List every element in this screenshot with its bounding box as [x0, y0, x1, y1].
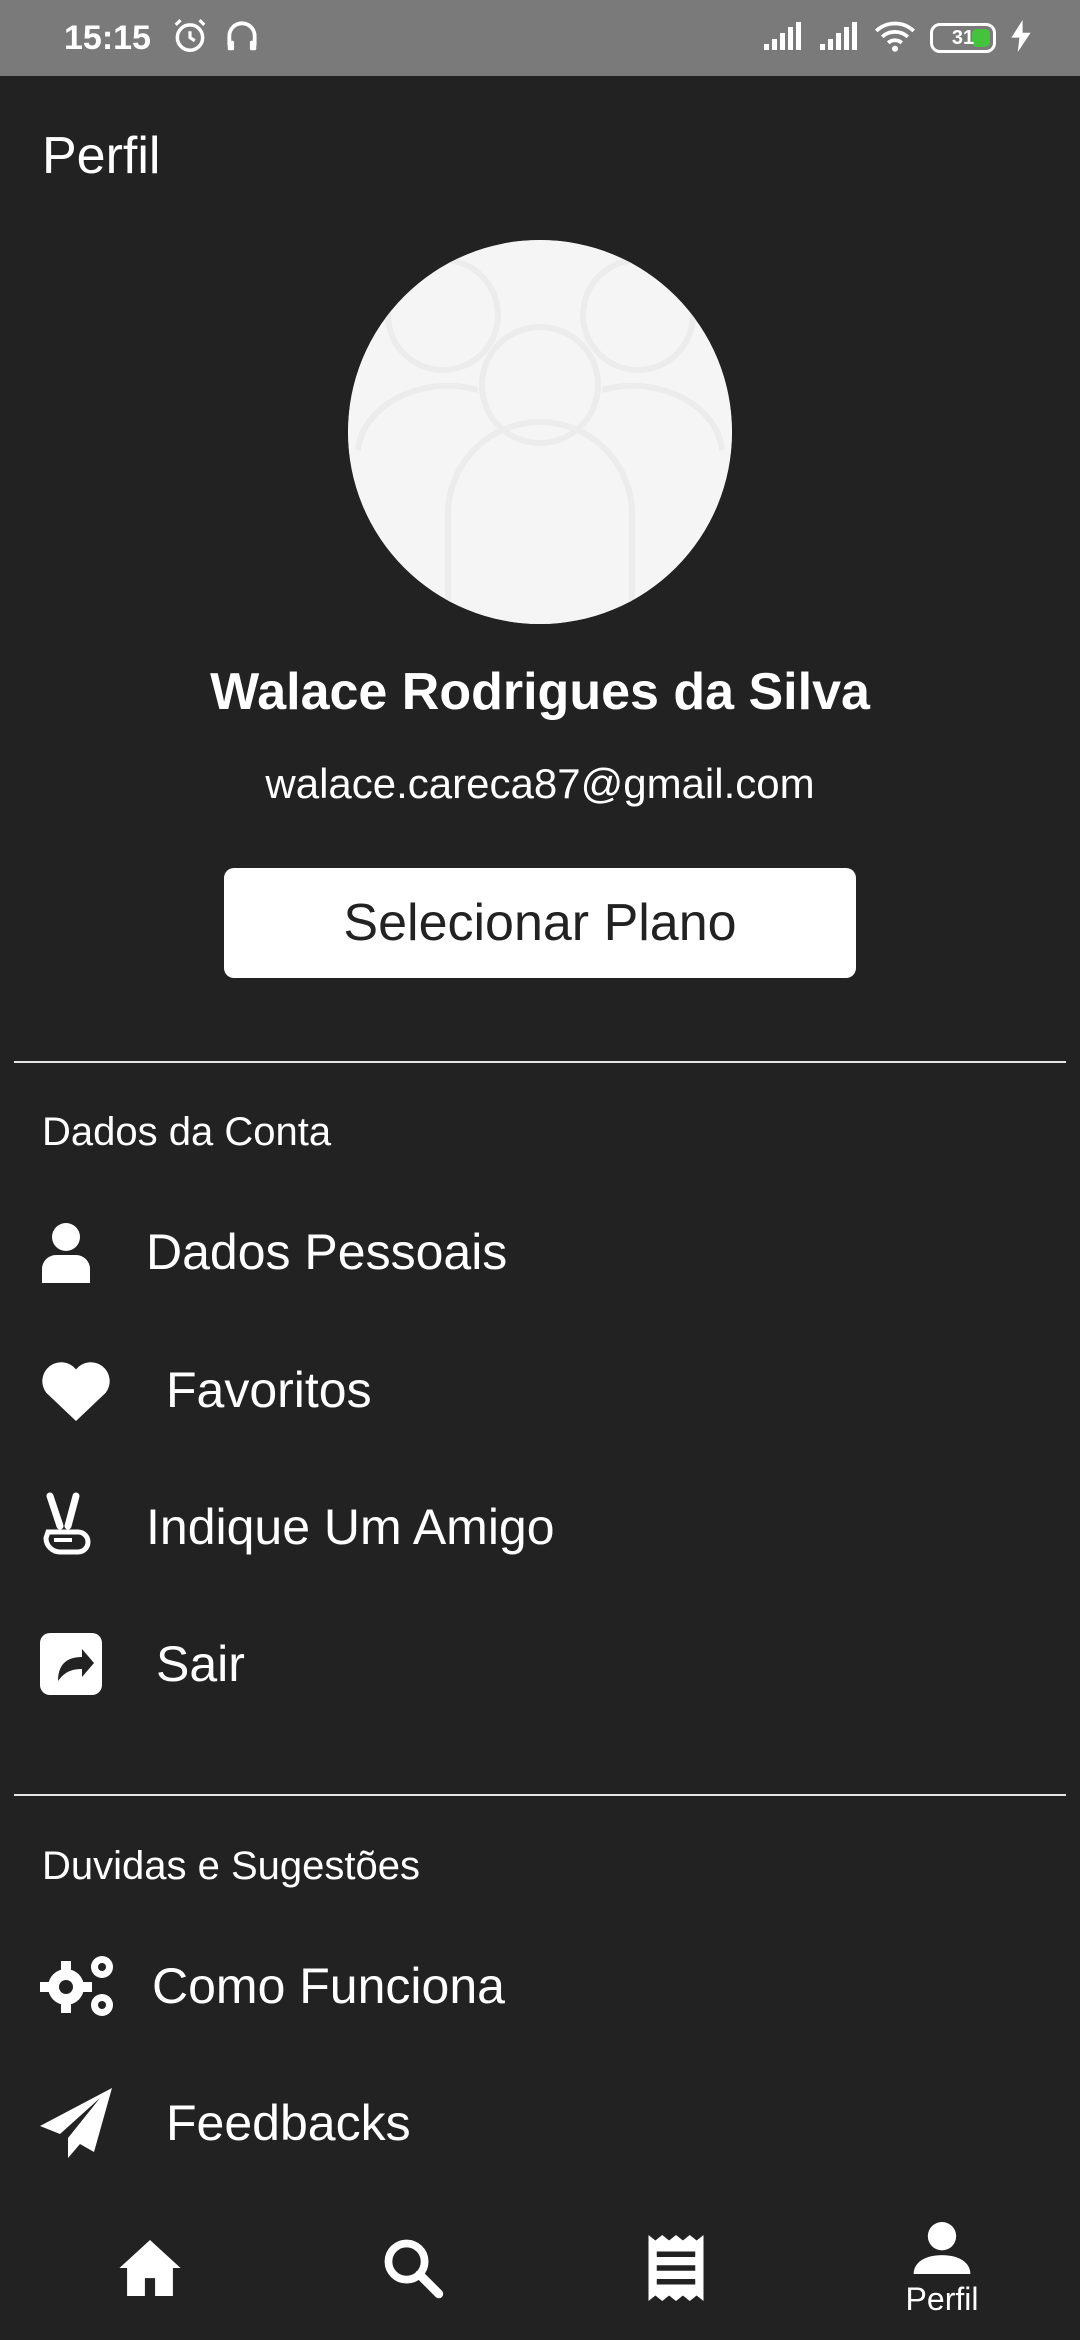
nav-home[interactable] — [80, 2200, 220, 2340]
section-heading-account: Dados da Conta — [42, 1110, 332, 1154]
user-name: Walace Rodrigues da Silva — [210, 663, 870, 721]
menu-item-favorites[interactable]: Favoritos — [40, 1340, 1040, 1440]
signal-icon — [818, 20, 860, 57]
peace-hand-icon — [40, 1492, 120, 1562]
select-plan-button[interactable]: Selecionar Plano — [224, 868, 856, 978]
home-icon — [119, 2239, 181, 2301]
user-icon — [40, 1217, 120, 1287]
receipt-icon — [647, 2234, 705, 2306]
menu-item-label: Sair — [156, 1636, 245, 1692]
nav-profile-label: Perfil — [905, 2281, 979, 2317]
avatar-placeholder-icon — [348, 240, 732, 624]
status-time: 15:15 — [64, 18, 151, 57]
bottom-navigation: Perfil — [0, 2200, 1080, 2340]
search-icon — [382, 2237, 444, 2304]
section-heading-help: Duvidas e Sugestões — [42, 1844, 421, 1888]
menu-item-label: Dados Pessoais — [146, 1224, 508, 1280]
menu-item-label: Indique Um Amigo — [146, 1499, 555, 1555]
menu-item-how-it-works[interactable]: Como Funciona — [40, 1936, 1040, 2036]
menu-item-feedbacks[interactable]: Feedbacks — [40, 2073, 1040, 2173]
battery-level: 31 — [951, 26, 975, 49]
paper-plane-icon — [40, 2088, 120, 2158]
gears-icon — [40, 1951, 120, 2021]
wifi-icon — [874, 19, 916, 58]
user-email: walace.careca87@gmail.com — [265, 760, 815, 807]
charging-icon — [1010, 19, 1032, 57]
person-icon — [913, 2222, 971, 2279]
signal-icon — [762, 20, 804, 57]
page-title: Perfil — [42, 127, 161, 185]
heart-icon — [40, 1355, 120, 1425]
menu-item-logout[interactable]: Sair — [40, 1614, 1040, 1714]
share-icon — [40, 1629, 120, 1699]
menu-item-label: Como Funciona — [152, 1958, 505, 2014]
status-bar: 15:15 31 — [0, 0, 1080, 76]
menu-item-personal-data[interactable]: Dados Pessoais — [40, 1202, 1040, 1302]
menu-item-label: Favoritos — [166, 1362, 372, 1418]
alarm-icon — [171, 17, 209, 60]
menu-item-refer-friend[interactable]: Indique Um Amigo — [40, 1477, 1040, 1577]
avatar[interactable] — [348, 240, 732, 624]
battery-icon: 31 — [930, 23, 996, 53]
divider — [14, 1794, 1066, 1796]
nav-orders[interactable] — [606, 2200, 746, 2340]
divider — [14, 1061, 1066, 1063]
headphones-icon — [223, 17, 261, 60]
nav-search[interactable] — [343, 2200, 483, 2340]
nav-profile[interactable]: Perfil — [872, 2200, 1012, 2340]
menu-item-label: Feedbacks — [166, 2095, 411, 2151]
